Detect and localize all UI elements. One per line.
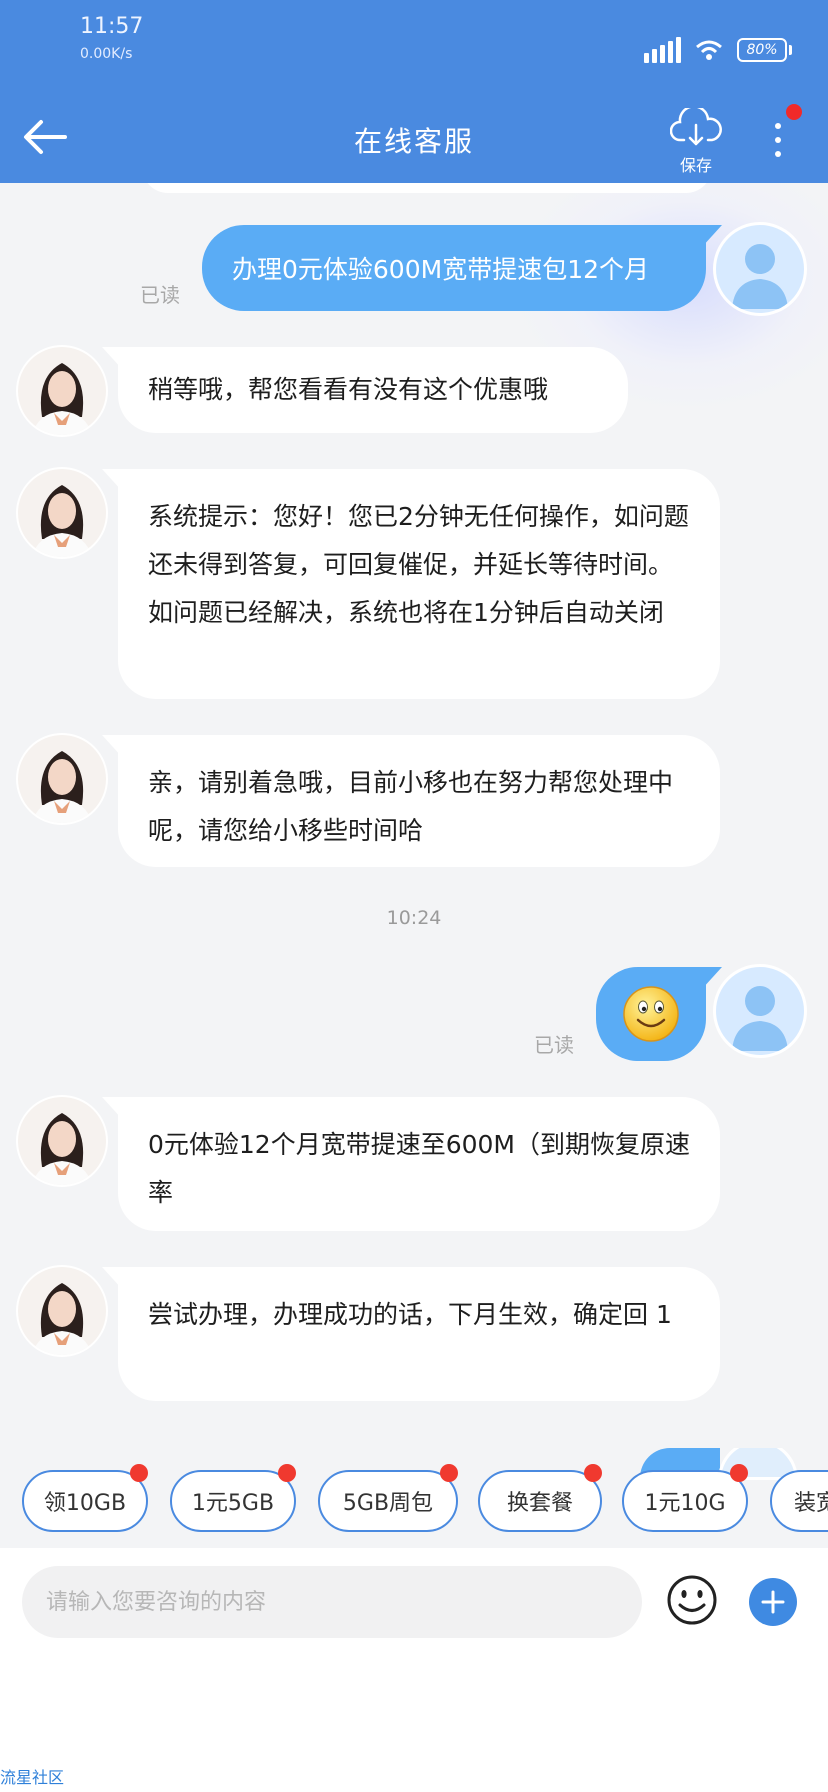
quick-reply-chip[interactable]: 装宽带	[770, 1470, 828, 1532]
chip-badge	[440, 1464, 458, 1482]
plus-icon	[761, 1590, 785, 1614]
message-text: 稍等哦，帮您看看有没有这个优惠哦	[148, 375, 549, 404]
agent-portrait-icon	[18, 1097, 106, 1185]
more-vertical-icon	[775, 123, 781, 129]
notification-badge	[786, 104, 802, 120]
save-label: 保存	[679, 156, 712, 175]
signal-icon	[644, 37, 681, 63]
agent-portrait-icon	[18, 735, 106, 823]
agent-portrait-icon	[18, 469, 106, 557]
chip-label: 装宽带	[794, 1491, 828, 1516]
chip-badge	[584, 1464, 602, 1482]
agent-avatar[interactable]	[18, 1097, 106, 1185]
user-message-bubble[interactable]: 办理0元体验600M宽带提速包12个月	[202, 225, 722, 311]
message-text: 办理0元体验600M宽带提速包12个月	[232, 255, 650, 284]
quick-reply-chip[interactable]: 领10GB	[22, 1464, 148, 1532]
message-text: 系统提示：您好！您已2分钟无任何操作，如问题还未得到答复，可回复催促，并延长等待…	[148, 502, 689, 627]
header-bar: 11:57 0.00K/s 80% 在线客服 保存	[0, 0, 828, 183]
previous-message-bubble	[142, 183, 712, 193]
chip-label: 换套餐	[506, 1491, 573, 1516]
battery-level: 80%	[737, 38, 787, 62]
read-receipt: 已读	[140, 283, 180, 307]
chat-area[interactable]: 已读 办理0元体验600M宽带提速包12个月 稍等哦，帮您看看有没有这个优惠哦	[0, 183, 828, 1548]
add-button[interactable]	[749, 1578, 797, 1626]
status-net-speed: 0.00K/s	[80, 46, 133, 62]
message-text: 0元体验12个月宽带提速至600M（到期恢复原速率	[148, 1130, 691, 1207]
message-text: 亲，请别着急哦，目前小移也在努力帮您处理中呢，请您给小移些时间哈	[148, 768, 674, 845]
wifi-icon	[696, 40, 722, 60]
user-emoji-bubble[interactable]	[596, 967, 722, 1061]
chip-label: 5GB周包	[342, 1491, 434, 1516]
message-input[interactable]	[22, 1566, 642, 1638]
emoji-icon	[667, 1575, 717, 1625]
quick-reply-chip[interactable]: 5GB周包	[318, 1464, 458, 1532]
input-area: 流星社区	[0, 1548, 828, 1792]
user-silhouette-icon	[732, 986, 788, 1051]
agent-message-bubble[interactable]: 亲，请别着急哦，目前小移也在努力帮您处理中呢，请您给小移些时间哈	[102, 735, 720, 867]
quick-reply-chip[interactable]: 1元10G	[622, 1464, 748, 1532]
emoji-button[interactable]	[666, 1574, 718, 1626]
cloud-download-icon	[669, 105, 722, 146]
user-avatar[interactable]	[716, 967, 804, 1055]
status-icons: 80%	[644, 36, 792, 64]
chat-timestamp: 10:24	[386, 907, 442, 929]
chip-label: 1元10G	[644, 1491, 726, 1516]
battery-icon: 80%	[737, 38, 792, 62]
agent-message-bubble[interactable]: 系统提示：您好！您已2分钟无任何操作，如问题还未得到答复，可回复催促，并延长等待…	[102, 469, 720, 699]
user-silhouette-icon	[732, 244, 788, 309]
save-button[interactable]: 保存	[668, 105, 724, 178]
chip-badge	[278, 1464, 296, 1482]
chip-label: 领10GB	[43, 1491, 127, 1516]
agent-message-bubble[interactable]: 尝试办理，办理成功的话，下月生效，确定回 1	[102, 1267, 720, 1401]
agent-message-bubble[interactable]: 0元体验12个月宽带提速至600M（到期恢复原速率	[102, 1097, 720, 1231]
smiley-emoji-icon	[623, 986, 679, 1042]
user-avatar[interactable]	[716, 225, 804, 313]
agent-avatar[interactable]	[18, 469, 106, 557]
agent-portrait-icon	[18, 1267, 106, 1355]
watermark-text: 流星社区	[0, 1768, 65, 1787]
agent-portrait-icon	[18, 347, 106, 435]
agent-avatar[interactable]	[18, 1267, 106, 1355]
quick-reply-chip[interactable]: 1元5GB	[170, 1464, 296, 1532]
quick-reply-chip[interactable]: 换套餐	[478, 1464, 602, 1532]
chip-badge	[130, 1464, 148, 1482]
message-text: 尝试办理，办理成功的话，下月生效，确定回 1	[148, 1300, 672, 1329]
quick-reply-bar: 领10GB 1元5GB 5GB周包 换套餐 1元10G 装宽带	[0, 1448, 828, 1548]
read-receipt: 已读	[534, 1033, 574, 1057]
chip-badge	[730, 1464, 748, 1482]
status-time: 11:57	[80, 14, 144, 39]
agent-avatar[interactable]	[18, 347, 106, 435]
chip-label: 1元5GB	[191, 1491, 275, 1516]
agent-message-bubble[interactable]: 稍等哦，帮您看看有没有这个优惠哦	[102, 347, 628, 433]
agent-avatar[interactable]	[18, 735, 106, 823]
